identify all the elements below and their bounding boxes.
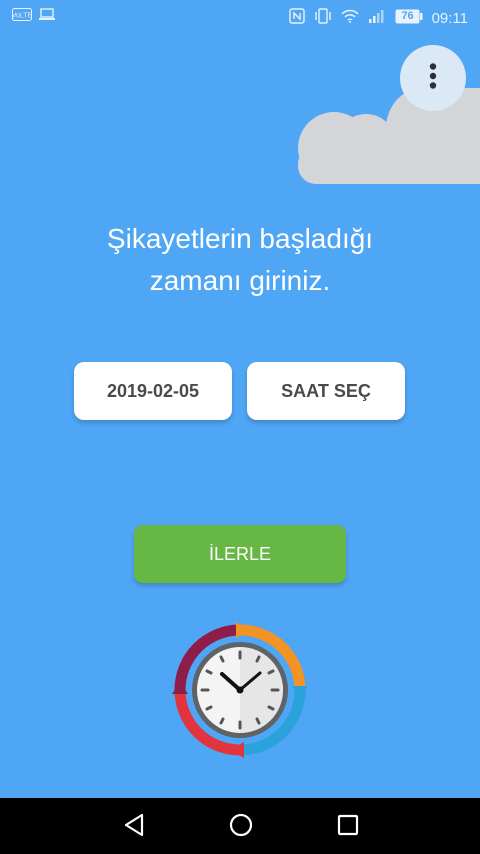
date-picker-button[interactable]: 2019-02-05 (74, 362, 232, 420)
next-button-label: İLERLE (208, 543, 272, 564)
time-button-label: SAAT SEÇ (281, 380, 371, 401)
clock-icon (172, 622, 308, 758)
home-icon[interactable] (228, 812, 254, 843)
battery-icon: 76 (395, 9, 423, 28)
status-bar-right: 76 09:11 (288, 8, 468, 28)
vibrate-icon (314, 8, 332, 28)
status-bar: VoLTE 76 09:11 (0, 0, 480, 34)
battery-level: 76 (401, 9, 414, 22)
page-title: Şikayetlerin başladığı zamanı giriniz. (40, 218, 440, 302)
signal-icon (368, 9, 386, 27)
svg-text:VoLTE: VoLTE (12, 13, 32, 20)
title-line-2: zamanı giriniz. (149, 265, 331, 296)
next-button[interactable]: İLERLE (134, 525, 346, 583)
time-picker-button[interactable]: SAAT SEÇ (247, 362, 405, 420)
more-vert-icon (429, 62, 437, 94)
date-value: 2019-02-05 (106, 380, 200, 401)
wifi-icon (341, 9, 359, 27)
laptop-icon (38, 8, 56, 25)
title-line-1: Şikayetlerin başladığı (106, 223, 374, 254)
status-time: 09:11 (431, 9, 468, 27)
overflow-menu-button[interactable] (400, 45, 466, 111)
back-icon[interactable] (122, 812, 146, 843)
nfc-icon (288, 8, 305, 28)
recents-icon[interactable] (336, 812, 360, 843)
navigation-bar (0, 798, 480, 854)
status-bar-left: VoLTE (12, 8, 56, 25)
volte-icon: VoLTE (12, 8, 33, 25)
